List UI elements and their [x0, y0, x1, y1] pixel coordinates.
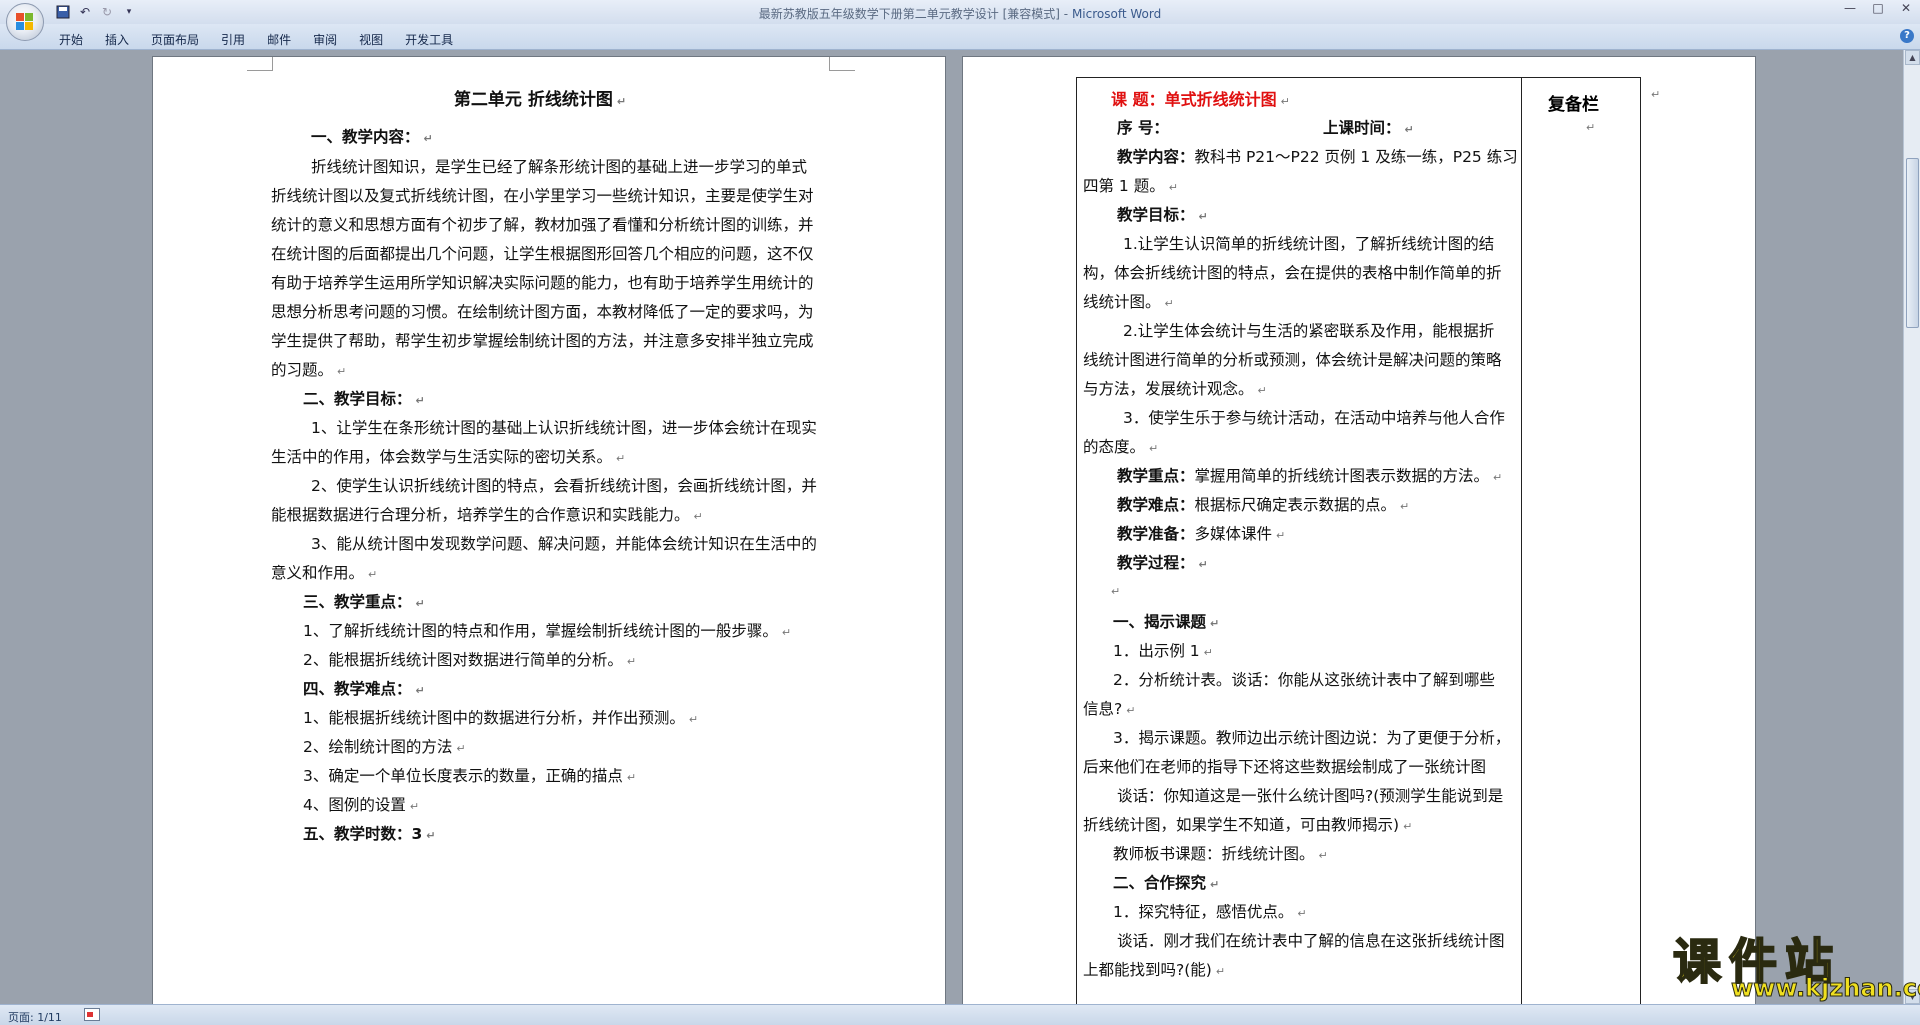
- paragraph-line: 1．探究特征，感悟优点。 ↵: [1113, 903, 1307, 921]
- paragraph-line: 1.让学生认识简单的折线统计图，了解折线统计图的结: [1123, 235, 1495, 253]
- tab-developer[interactable]: 开发工具: [394, 28, 464, 51]
- serial-label: 序 号：: [1117, 119, 1169, 137]
- paragraph-line: 四第 1 题。 ↵: [1083, 177, 1178, 195]
- close-button[interactable]: ✕: [1892, 0, 1920, 18]
- section-heading: 二、合作探究 ↵: [1113, 874, 1220, 892]
- page-count[interactable]: 页面: 1/11: [8, 1009, 62, 1025]
- paragraph-line: 3．使学生乐于参与统计活动，在活动中培养与他人合作: [1123, 409, 1505, 427]
- paragraph-line: 构，体会折线统计图的特点，会在提供的表格中制作简单的折: [1083, 264, 1502, 282]
- paragraph-line: 教学内容：教科书 P21～P22 页例 1 及练一练，P25 练习: [1117, 148, 1518, 166]
- document-title: 最新苏教版五年级数学下册第二单元教学设计 [兼容模式]: [758, 7, 1060, 21]
- title-bar: ↶ ↻ ▾ 最新苏教版五年级数学下册第二单元教学设计 [兼容模式] - Micr…: [0, 0, 1920, 24]
- tab-page-layout[interactable]: 页面布局: [140, 28, 210, 51]
- paragraph-line: 信息? ↵: [1083, 700, 1136, 718]
- paragraph-line: 的态度。 ↵: [1083, 438, 1159, 456]
- scroll-thumb[interactable]: [1906, 158, 1919, 328]
- paragraph-line: 1、了解折线统计图的特点和作用，掌握绘制折线统计图的一般步骤。 ↵: [303, 622, 792, 640]
- crop-mark: [829, 57, 855, 71]
- tab-review[interactable]: 审阅: [302, 28, 348, 51]
- paragraph-line: 3．揭示课题。教师边出示统计图边说：为了更便于分析，: [1113, 729, 1511, 747]
- paragraph-line: 2．分析统计表。谈话：你能从这张统计表中了解到哪些: [1113, 671, 1495, 689]
- paragraph-line: 后来他们在老师的指导下还将这些数据绘制成了一张统计图: [1083, 758, 1487, 776]
- office-button[interactable]: [6, 3, 44, 41]
- paragraph-line: 3、确定一个单位长度表示的数量，正确的描点 ↵: [303, 767, 637, 785]
- window-controls: — □ ✕: [1836, 0, 1920, 18]
- app-name: Microsoft Word: [1071, 7, 1162, 21]
- paragraph-line: 2.让学生体会统计与生活的紧密联系及作用，能根据折: [1123, 322, 1495, 340]
- watermark: 课件站 www.kjzhan.com: [1665, 920, 1920, 1006]
- paragraph-line: 线统计图进行简单的分析或预测，体会统计是解决问题的策略: [1083, 351, 1502, 369]
- help-icon[interactable]: ?: [1900, 29, 1914, 43]
- paragraph-line: 3、能从统计图中发现数学问题、解决问题，并能体会统计知识在生活中的: [311, 535, 817, 553]
- paragraph-line: 教师板书课题：折线统计图。 ↵: [1113, 845, 1328, 863]
- ribbon-tabs: 开始 插入 页面布局 引用 邮件 审阅 视图 开发工具: [48, 28, 464, 51]
- paragraph-line: 教学难点：根据标尺确定表示数据的点。 ↵: [1117, 496, 1410, 514]
- review-column-cell[interactable]: 复备栏 ↵: [1522, 78, 1642, 1004]
- paragraph-line: 2、使学生认识折线统计图的特点，会看折线统计图，会画折线统计图，并: [311, 477, 817, 495]
- class-time-label: 上课时间： ↵: [1323, 119, 1414, 137]
- paragraph-line: 折线统计图知识，是学生已经了解条形统计图的基础上进一步学习的单式: [311, 158, 808, 176]
- ribbon: 开始 插入 页面布局 引用 邮件 审阅 视图 开发工具 ?: [0, 24, 1920, 50]
- tab-insert[interactable]: 插入: [94, 28, 140, 51]
- minimize-button[interactable]: —: [1836, 0, 1864, 18]
- empty-line: ↵: [1111, 585, 1121, 598]
- office-logo-icon: [16, 13, 34, 31]
- paragraph-line: 教学重点：掌握用简单的折线统计图表示数据的方法。 ↵: [1117, 467, 1503, 485]
- paragraph-line: 谈话：你知道这是一张什么统计图吗?(预测学生能说到是: [1117, 787, 1504, 805]
- paragraph-line: 线统计图。 ↵: [1083, 293, 1174, 311]
- paragraph-line: 折线统计图以及复式折线统计图，在小学里学习一些统计知识，主要是使学生对: [271, 187, 814, 205]
- watermark-url: www.kjzhan.com: [1730, 974, 1920, 1003]
- paragraph-line: 2、能根据折线统计图对数据进行简单的分析。 ↵: [303, 651, 637, 669]
- section-heading: 四、教学难点： ↵: [303, 680, 425, 698]
- paragraph-line: 思想分析思考问题的习惯。在绘制统计图方面，本教材降低了一定的要求吗，为: [271, 303, 814, 321]
- paragraph-line: 4、图例的设置 ↵: [303, 796, 420, 814]
- paragraph-line: 谈话．刚才我们在统计表中了解的信息在这张折线统计图: [1117, 932, 1505, 950]
- topic-line: 课 题：单式折线统计图 ↵: [1111, 90, 1290, 109]
- lesson-table: 课 题：单式折线统计图 ↵ 序 号： 上课时间： ↵ 教学内容：教科书 P21～P2…: [1076, 77, 1641, 1004]
- paragraph-line: 教学准备：多媒体课件 ↵: [1117, 525, 1286, 543]
- section-heading: 三、教学重点： ↵: [303, 593, 425, 611]
- section-heading: 教学目标： ↵: [1117, 206, 1208, 224]
- row-end-mark: ↵: [1651, 88, 1661, 101]
- paragraph-line: 上都能找到吗?(能) ↵: [1083, 961, 1226, 979]
- paragraph-line: 有助于培养学生运用所学知识解决实际问题的能力，也有助于培养学生用统计的: [271, 274, 814, 292]
- vertical-scrollbar[interactable]: ▲ ▼: [1903, 50, 1920, 1004]
- section-heading: 二、教学目标： ↵: [303, 390, 425, 408]
- paragraph-line: 1．出示例 1 ↵: [1113, 642, 1213, 660]
- paragraph-line: 折线统计图，如果学生不知道，可由教师揭示) ↵: [1083, 816, 1413, 834]
- maximize-button[interactable]: □: [1864, 0, 1892, 18]
- paragraph-line: 统计的意义和思想方面有个初步了解，教材加强了看懂和分析统计图的训练，并: [271, 216, 814, 234]
- tab-references[interactable]: 引用: [210, 28, 256, 51]
- tab-mailings[interactable]: 邮件: [256, 28, 302, 51]
- document-area: 第二单元 折线统计图 ↵ 一、教学内容： ↵ 折线统计图知识，是学生已经了解条形统计…: [0, 50, 1903, 1004]
- tab-view[interactable]: 视图: [348, 28, 394, 51]
- page-title: 第二单元 折线统计图 ↵: [453, 90, 627, 110]
- scroll-up-icon[interactable]: ▲: [1905, 50, 1920, 65]
- document-page-2[interactable]: 课 题：单式折线统计图 ↵ 序 号： 上课时间： ↵ 教学内容：教科书 P21～P2…: [962, 56, 1756, 1004]
- paragraph-line: 在统计图的后面都提出几个问题，让学生根据图形回答几个相应的问题，这不仅: [271, 245, 814, 263]
- empty-line: ↵: [1586, 121, 1596, 134]
- tab-home[interactable]: 开始: [48, 28, 94, 51]
- crop-mark: [247, 57, 273, 71]
- section-heading: 教学过程： ↵: [1117, 554, 1208, 572]
- lesson-cell[interactable]: 课 题：单式折线统计图 ↵ 序 号： 上课时间： ↵ 教学内容：教科书 P21～P2…: [1077, 78, 1521, 1004]
- paragraph-line: 的习题。 ↵: [271, 361, 347, 379]
- document-page-1[interactable]: 第二单元 折线统计图 ↵ 一、教学内容： ↵ 折线统计图知识，是学生已经了解条形统计…: [152, 56, 946, 1004]
- paragraph-line: 意义和作用。 ↵: [271, 564, 378, 582]
- paragraph-line: 1、能根据折线统计图中的数据进行分析，并作出预测。 ↵: [303, 709, 699, 727]
- proofing-icon[interactable]: [84, 1008, 100, 1021]
- section-heading: 五、教学时数：3 ↵: [303, 825, 436, 843]
- paragraph-line: 2、绘制统计图的方法 ↵: [303, 738, 466, 756]
- paragraph-line: 学生提供了帮助，帮学生初步掌握绘制统计图的方法，并注意多安排半独立完成: [271, 332, 814, 350]
- paragraph-line: 与方法，发展统计观念。 ↵: [1083, 380, 1267, 398]
- status-bar: 页面: 1/11: [0, 1004, 1920, 1025]
- section-heading: 一、教学内容： ↵: [311, 128, 433, 146]
- paragraph-line: 能根据数据进行合理分析，培养学生的合作意识和实践能力。 ↵: [271, 506, 703, 524]
- paragraph-line: 生活中的作用，体会数学与生活实际的密切关系。 ↵: [271, 448, 626, 466]
- section-heading: 一、揭示课题 ↵: [1113, 613, 1220, 631]
- paragraph-line: 1、让学生在条形统计图的基础上认识折线统计图，进一步体会统计在现实: [311, 419, 817, 437]
- review-column-header: 复备栏: [1548, 95, 1599, 115]
- window-title: 最新苏教版五年级数学下册第二单元教学设计 [兼容模式] - Microsoft …: [758, 7, 1162, 21]
